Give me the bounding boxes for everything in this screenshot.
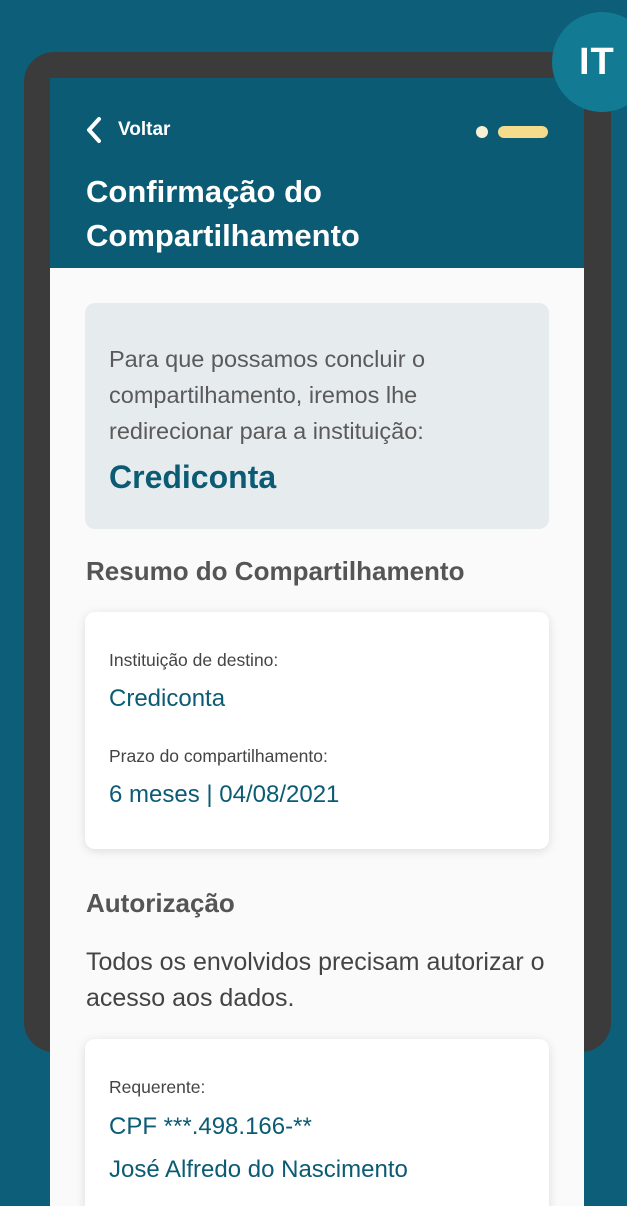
destination-value: Crediconta (109, 685, 226, 712)
summary-title: Resumo do Compartilhamento (86, 556, 465, 586)
destination-label: Instituição de destino: (109, 650, 279, 670)
progress-step-2-active (498, 126, 548, 138)
authorization-text: Todos os envolvidos precisam autorizar o… (86, 948, 545, 1012)
term-value: 6 meses | 04/08/2021 (109, 781, 340, 808)
authorization-title: Autorização (86, 888, 235, 918)
progress-indicator (476, 126, 548, 138)
requester-name: José Alfredo do Nascimento (109, 1156, 408, 1183)
app-header: Voltar Confirmação do Compartilhamento (50, 78, 584, 268)
page-title: Confirmação do Compartilhamento (86, 174, 360, 253)
requester-cpf: CPF ***.498.166-** (109, 1113, 312, 1140)
redirect-institution-name: Crediconta (109, 459, 277, 495)
back-button[interactable]: Voltar (84, 116, 170, 144)
badge-label: IT (579, 40, 615, 83)
summary-card: Instituição de destino: Crediconta Prazo… (85, 612, 549, 849)
term-label: Prazo do compartilhamento: (109, 746, 328, 766)
app-screen: Voltar Confirmação do Compartilhamento P… (50, 78, 584, 1206)
redirect-info-box: Para que possamos concluir o compartilha… (85, 303, 549, 529)
redirect-info-text: Para que possamos concluir o compartilha… (109, 346, 426, 444)
requester-label: Requerente: (109, 1077, 206, 1097)
chevron-left-icon (87, 117, 101, 143)
progress-step-1 (476, 126, 488, 138)
requester-card: Requerente: CPF ***.498.166-** José Alfr… (85, 1039, 549, 1206)
back-label: Voltar (118, 119, 171, 140)
